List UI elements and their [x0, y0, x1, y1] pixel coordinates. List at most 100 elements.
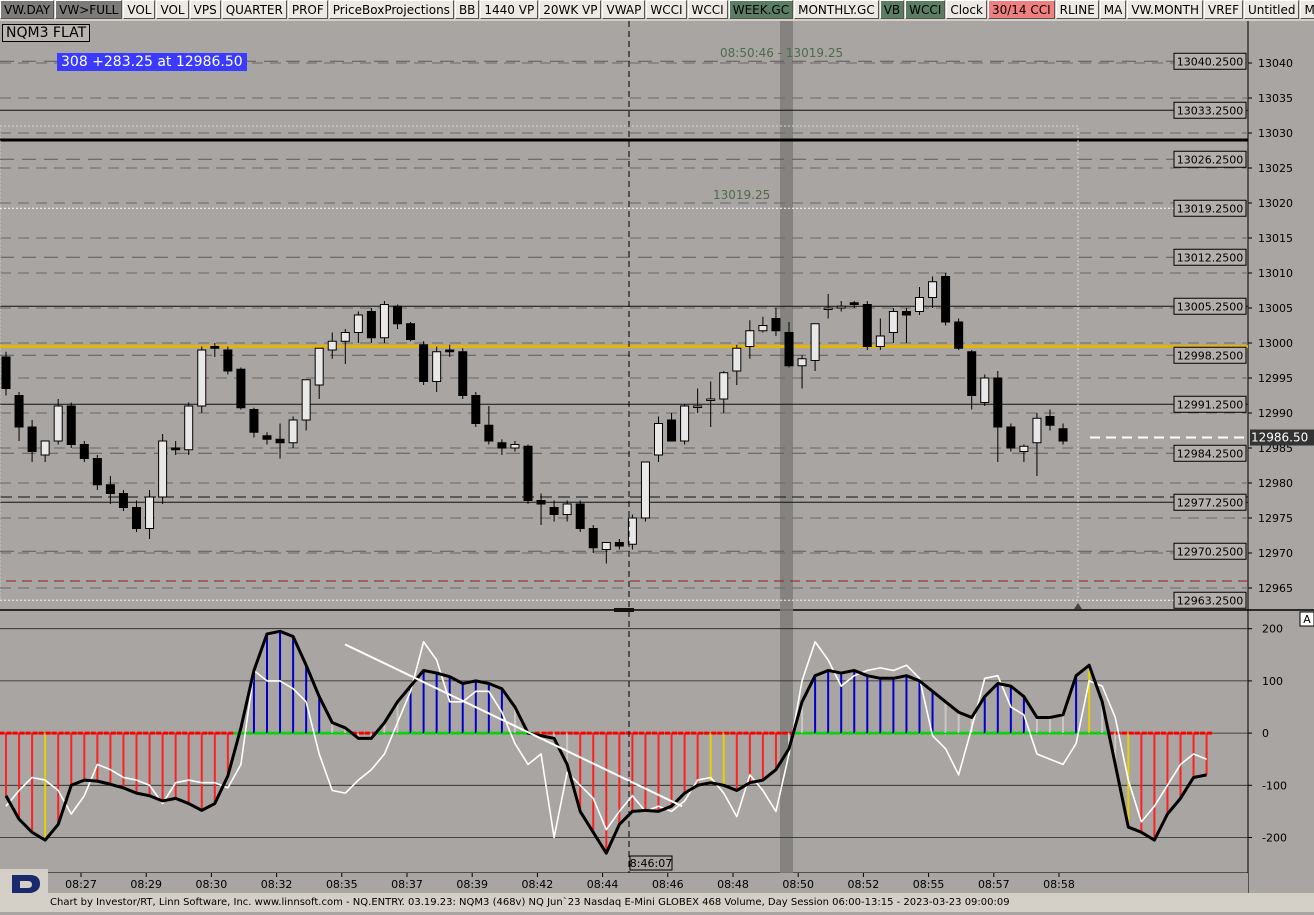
cci-tick-label: -100 — [1262, 779, 1287, 792]
price-box-label: 12984.2500 — [1177, 447, 1243, 460]
candle-body — [693, 405, 703, 408]
candle-body — [132, 507, 141, 529]
candle — [680, 404, 690, 445]
chart-area[interactable]: 08:50:46 - 13019.25 13019.25 13040.2500 130… — [0, 21, 1314, 893]
candle-body — [445, 349, 455, 353]
candle-body — [836, 305, 846, 309]
toolbar-button-ma[interactable]: MA — [1099, 0, 1127, 19]
candle — [184, 402, 194, 455]
toolbar-button-vw-full[interactable]: VW>FULL — [55, 0, 123, 19]
toolbar-button-vw-month[interactable]: VW.MONTH — [1127, 0, 1203, 19]
toolbar-button-vwap[interactable]: VWAP — [602, 0, 646, 19]
toolbar-button-wcci[interactable]: WCCI — [687, 0, 728, 19]
candle-body — [419, 344, 429, 382]
toolbar-button-wcci[interactable]: WCCI — [646, 0, 687, 19]
price-box-label: 12991.2500 — [1177, 398, 1243, 411]
price-tick-label: 12965 — [1258, 582, 1293, 595]
candle-body — [719, 372, 729, 400]
toolbar-button-vref[interactable]: VREF — [1203, 0, 1244, 19]
candle-body — [627, 517, 637, 545]
toolbar-button-bb[interactable]: BB — [454, 0, 480, 19]
candle-body — [210, 346, 220, 349]
time-tick-label: 08:55 — [913, 878, 945, 891]
time-tick-label: 08:46 — [652, 878, 684, 891]
candle — [406, 322, 416, 342]
price-tick-label: 13010 — [1258, 267, 1293, 280]
toolbar-button-mathlines-b-r-20[interactable]: MathLines_B&R_20 — [1300, 0, 1314, 19]
candle-body — [184, 405, 194, 451]
candle — [197, 346, 207, 413]
candle-body — [745, 330, 755, 347]
toolbar-button-rline[interactable]: RLINE — [1055, 0, 1099, 19]
time-tick-label: 08:42 — [522, 878, 554, 891]
toolbar-button-untitled[interactable]: Untitled — [1244, 0, 1300, 19]
candle — [419, 341, 429, 385]
last-price-tag-label: 12986.50 — [1251, 431, 1308, 445]
candle-body — [875, 335, 885, 347]
candle — [66, 402, 76, 448]
candle-body — [601, 542, 611, 550]
price-change-label: 308 +283.25 at 12986.50 — [57, 53, 247, 71]
candle — [92, 455, 102, 490]
toolbar-button-clock[interactable]: Clock — [946, 0, 987, 19]
candle-body — [471, 395, 481, 424]
candle — [458, 348, 468, 399]
candle-body — [1019, 445, 1029, 452]
candle-body — [327, 340, 337, 351]
candle-body — [158, 440, 168, 498]
toolbar-button-monthly-gc[interactable]: MONTHLY.GC — [794, 0, 879, 19]
time-tick-label: 08:35 — [326, 878, 358, 891]
candle-body — [301, 379, 311, 421]
candle-body — [353, 314, 363, 333]
time-tick-label: 08:44 — [587, 878, 619, 891]
price-tick-label: 13025 — [1258, 162, 1293, 175]
toolbar-button-vb[interactable]: VB — [879, 0, 905, 19]
candle-body — [680, 405, 690, 442]
candle-body — [654, 423, 663, 456]
crosshair-marker — [614, 608, 634, 612]
candle-body — [888, 311, 898, 333]
toolbar-button-vps[interactable]: VPS — [189, 0, 221, 19]
toolbar-button-vol[interactable]: VOL — [123, 0, 156, 19]
toolbar-button-priceboxprojections[interactable]: PriceBoxProjections — [328, 0, 454, 19]
candle — [79, 441, 89, 462]
toolbar-button-20wk-vp[interactable]: 20WK VP — [539, 0, 602, 19]
candle-body — [340, 332, 350, 342]
candle-body — [197, 349, 207, 407]
candle-body — [53, 405, 63, 442]
candle-body — [40, 440, 50, 456]
candle — [379, 301, 389, 343]
toolbar-button-prof[interactable]: PROF — [287, 0, 328, 19]
toolbar-button-vol[interactable]: VOL — [156, 0, 189, 19]
candle-body — [366, 311, 376, 339]
candle-body — [275, 438, 285, 444]
price-box-label: 13040.2500 — [1177, 55, 1243, 68]
candle-body — [1, 356, 11, 389]
candle-body — [928, 281, 938, 298]
cci-tick-label: 200 — [1262, 623, 1283, 636]
toolbar-button-wcci[interactable]: WCCI — [905, 0, 946, 19]
time-tick-label: 08:58 — [1043, 878, 1075, 891]
candle-body — [523, 445, 533, 501]
candle-body — [393, 305, 402, 325]
toolbar-button-quarter[interactable]: QUARTER — [221, 0, 287, 19]
toolbar-button-vw-day[interactable]: VW.DAY — [0, 0, 55, 19]
time-marker-label: 08:50:46 - 13019.25 — [720, 46, 843, 60]
time-tick-label: 08:27 — [65, 878, 97, 891]
candle-body — [1032, 417, 1042, 444]
price-tick-label: 12975 — [1258, 512, 1293, 525]
candle-body — [145, 496, 155, 529]
toolbar-button-week-gc[interactable]: WEEK.GC — [728, 0, 794, 19]
candle-body — [901, 311, 911, 316]
candle-body — [171, 447, 181, 451]
toolbar-button-30-14-cci[interactable]: 30/14 CCI — [987, 0, 1055, 19]
candle-body — [640, 461, 650, 519]
candle — [954, 318, 964, 350]
candle-body — [862, 304, 872, 347]
toolbar-button-1440-vp[interactable]: 1440 VP — [480, 0, 539, 19]
candle — [118, 490, 128, 511]
candle — [1006, 423, 1016, 452]
cci-tick-label: 100 — [1262, 675, 1283, 688]
candle — [523, 444, 533, 504]
candle-body — [458, 351, 468, 396]
